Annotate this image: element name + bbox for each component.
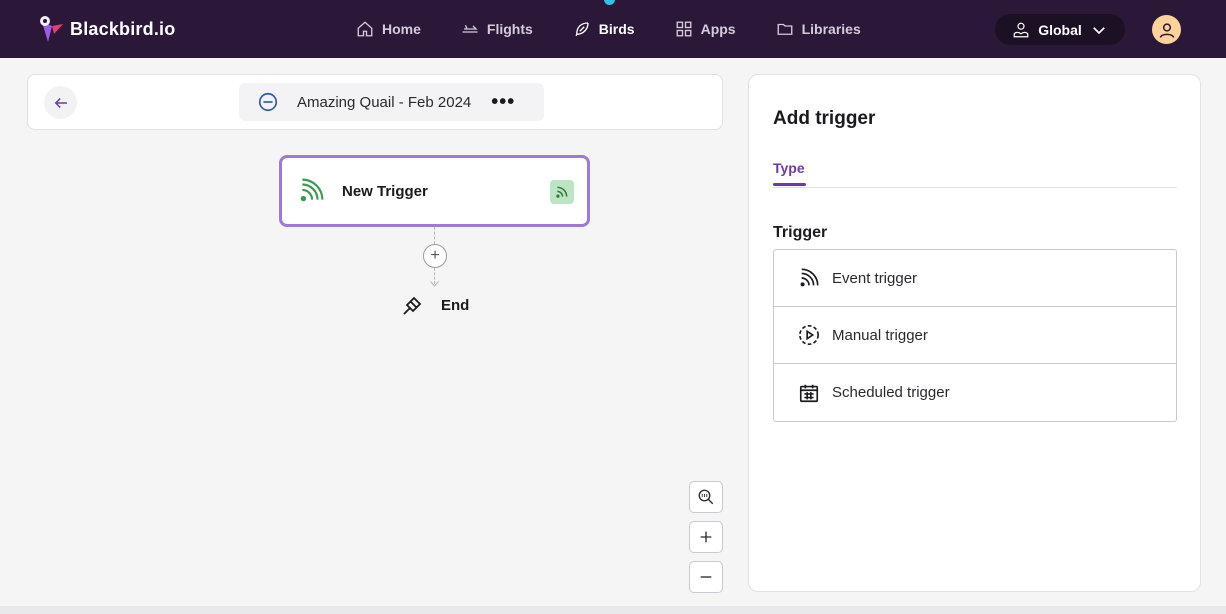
- trigger-options-list: Event trigger Manual trigger Scheduled t…: [773, 249, 1177, 422]
- nav-flights[interactable]: Flights: [461, 0, 533, 58]
- brand-name: Blackbird.io: [70, 18, 176, 39]
- nav-birds-label: Birds: [598, 21, 635, 37]
- connector-arrow-icon: [430, 281, 439, 287]
- active-tab-indicator: [773, 183, 806, 186]
- plus-icon: [700, 531, 712, 543]
- main-nav: Home Flights Birds Apps Libraries: [356, 0, 901, 58]
- manual-trigger-label: Manual trigger: [832, 326, 928, 344]
- nav-apps-label: Apps: [700, 21, 736, 37]
- zoom-out-button[interactable]: [689, 561, 723, 593]
- rss-icon: [800, 268, 819, 287]
- nav-libraries-label: Libraries: [801, 21, 861, 37]
- back-button[interactable]: [44, 86, 77, 119]
- rss-badge-icon: [556, 186, 568, 198]
- tab-type[interactable]: Type: [773, 160, 805, 176]
- calendar-icon: [799, 384, 819, 402]
- user-icon: [1159, 22, 1174, 38]
- folder-icon: [777, 23, 793, 35]
- home-icon: [357, 21, 373, 37]
- flow-editor-header: Amazing Quail - Feb 2024 •••: [27, 74, 723, 130]
- bottom-scroll-strip: [0, 606, 1226, 614]
- scheduled-trigger-label: Scheduled trigger: [832, 384, 950, 401]
- nav-home-label: Home: [382, 21, 421, 37]
- event-trigger-option[interactable]: Event trigger: [774, 250, 1176, 307]
- panel-title: Add trigger: [773, 108, 876, 129]
- nav-birds[interactable]: Birds: [573, 0, 635, 58]
- top-navigation-bar: Blackbird.io Home Flights Birds Apps Lib…: [0, 0, 1226, 58]
- add-step-button[interactable]: +: [423, 244, 447, 268]
- finish-flag-icon: [403, 296, 422, 315]
- add-trigger-panel: Add trigger Type Trigger Event trigger M…: [748, 74, 1201, 592]
- minus-icon: [700, 576, 712, 578]
- zoom-100-icon: [698, 489, 714, 505]
- trigger-card-label: New Trigger: [342, 182, 428, 200]
- arrow-left-icon: [54, 97, 67, 108]
- hand-globe-icon: [1013, 22, 1029, 37]
- end-node[interactable]: End: [401, 293, 469, 317]
- nav-libraries[interactable]: Libraries: [776, 0, 861, 58]
- scheduled-trigger-option[interactable]: Scheduled trigger: [774, 364, 1176, 421]
- play-circle-icon: [799, 325, 819, 345]
- flow-title-bar[interactable]: Amazing Quail - Feb 2024 •••: [239, 83, 544, 121]
- nav-home[interactable]: Home: [356, 0, 421, 58]
- flow-title: Amazing Quail - Feb 2024: [297, 93, 472, 111]
- new-trigger-card[interactable]: New Trigger: [279, 155, 590, 227]
- trigger-type-badge: [550, 180, 574, 204]
- chevron-down-icon: [1092, 26, 1105, 34]
- tab-divider: [773, 187, 1177, 188]
- zoom-reset-button[interactable]: [689, 481, 723, 513]
- rss-icon: [300, 178, 324, 202]
- more-options-icon[interactable]: •••: [491, 91, 515, 114]
- nav-flights-label: Flights: [486, 21, 533, 37]
- event-trigger-label: Event trigger: [832, 269, 918, 287]
- workspace-selector[interactable]: Global: [995, 14, 1125, 45]
- workspace-label: Global: [1038, 21, 1082, 38]
- connector-line-top: [434, 227, 435, 244]
- nav-apps[interactable]: Apps: [675, 0, 736, 58]
- grid-icon: [676, 21, 692, 37]
- manual-trigger-option[interactable]: Manual trigger: [774, 307, 1176, 364]
- brand-logo[interactable]: Blackbird.io: [36, 14, 175, 44]
- end-label: End: [441, 296, 470, 314]
- user-avatar[interactable]: [1152, 15, 1181, 44]
- minus-circle-icon[interactable]: [257, 91, 279, 113]
- plane-icon: [462, 24, 478, 33]
- zoom-in-button[interactable]: [689, 521, 723, 553]
- blackbird-logo-icon: [40, 16, 63, 42]
- feather-icon: [575, 22, 589, 37]
- trigger-section-label: Trigger: [773, 224, 828, 241]
